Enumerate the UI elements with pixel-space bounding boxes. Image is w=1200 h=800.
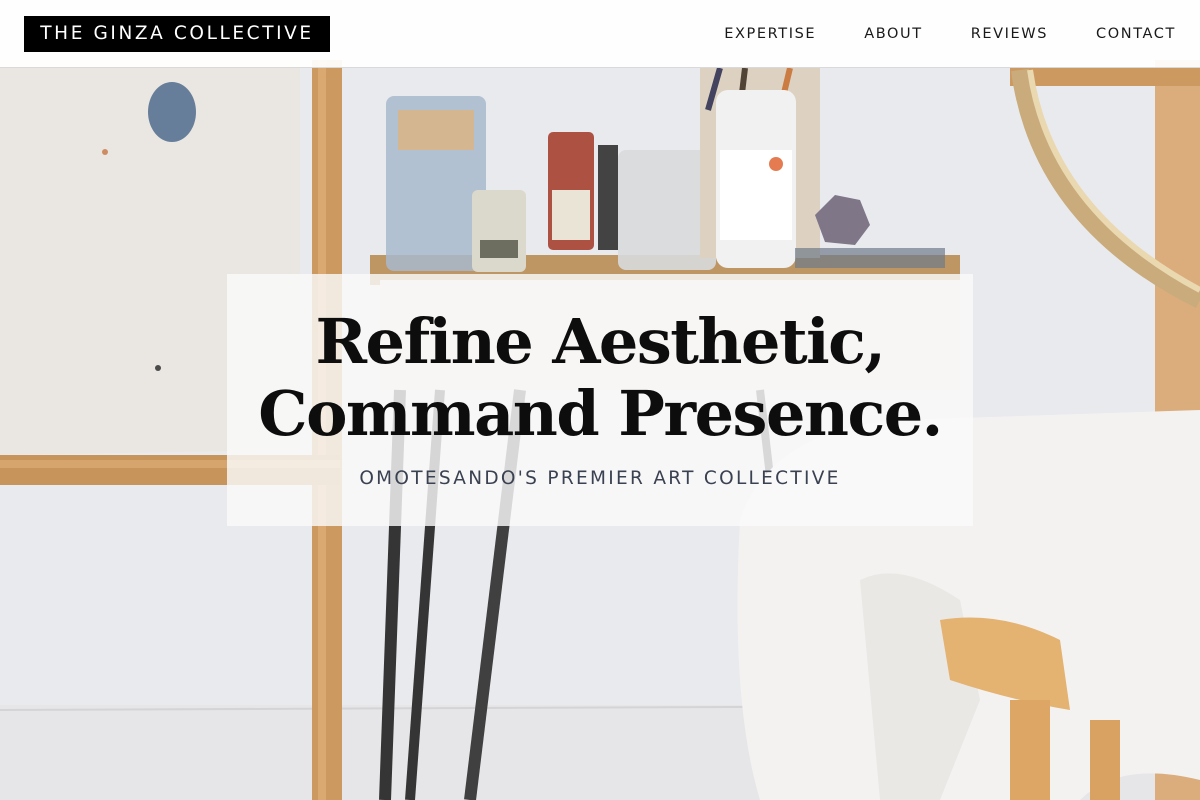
- main-nav: EXPERTISE ABOUT REVIEWS CONTACT: [676, 0, 1176, 68]
- hero-subtitle: OMOTESANDO'S PREMIER ART COLLECTIVE: [359, 468, 841, 489]
- site-logo[interactable]: THE GINZA COLLECTIVE: [24, 16, 330, 52]
- hero-title: Refine Aesthetic, Command Presence.: [227, 306, 973, 450]
- hero-text-card: Refine Aesthetic, Command Presence. OMOT…: [227, 274, 973, 526]
- site-header: THE GINZA COLLECTIVE EXPERTISE ABOUT REV…: [0, 0, 1200, 68]
- nav-link-reviews[interactable]: REVIEWS: [971, 26, 1048, 42]
- nav-link-about[interactable]: ABOUT: [864, 26, 923, 42]
- landing-page: THE GINZA COLLECTIVE EXPERTISE ABOUT REV…: [0, 0, 1200, 800]
- nav-link-contact[interactable]: CONTACT: [1096, 26, 1176, 42]
- hero-title-line-1: Refine Aesthetic,: [315, 305, 886, 378]
- nav-link-expertise[interactable]: EXPERTISE: [724, 26, 816, 42]
- hero-title-line-2: Command Presence.: [258, 377, 943, 450]
